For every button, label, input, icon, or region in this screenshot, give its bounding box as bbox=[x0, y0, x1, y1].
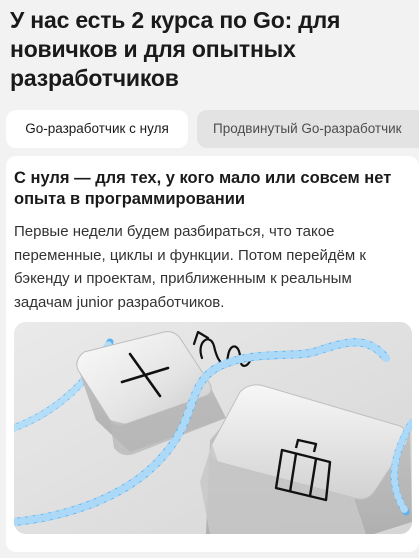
page-heading: У нас есть 2 курса по Go: для новичков и… bbox=[10, 7, 341, 91]
course-tabs: Go-разработчик с нуля Продвинутый Go-раз… bbox=[6, 110, 419, 148]
course-card-title: С нуля — для тех, у кого мало или совсем… bbox=[14, 169, 392, 208]
keyboard-keys-illustration bbox=[14, 322, 412, 534]
course-card: С нуля — для тех, у кого мало или совсем… bbox=[6, 156, 419, 552]
tab-go-advanced[interactable]: Продвинутый Go-разработчик bbox=[197, 110, 419, 148]
course-illustration bbox=[14, 322, 412, 534]
tab-go-from-scratch[interactable]: Go-разработчик с нуля bbox=[6, 110, 188, 148]
course-card-description: Первые недели будем разбираться, что так… bbox=[14, 223, 366, 311]
